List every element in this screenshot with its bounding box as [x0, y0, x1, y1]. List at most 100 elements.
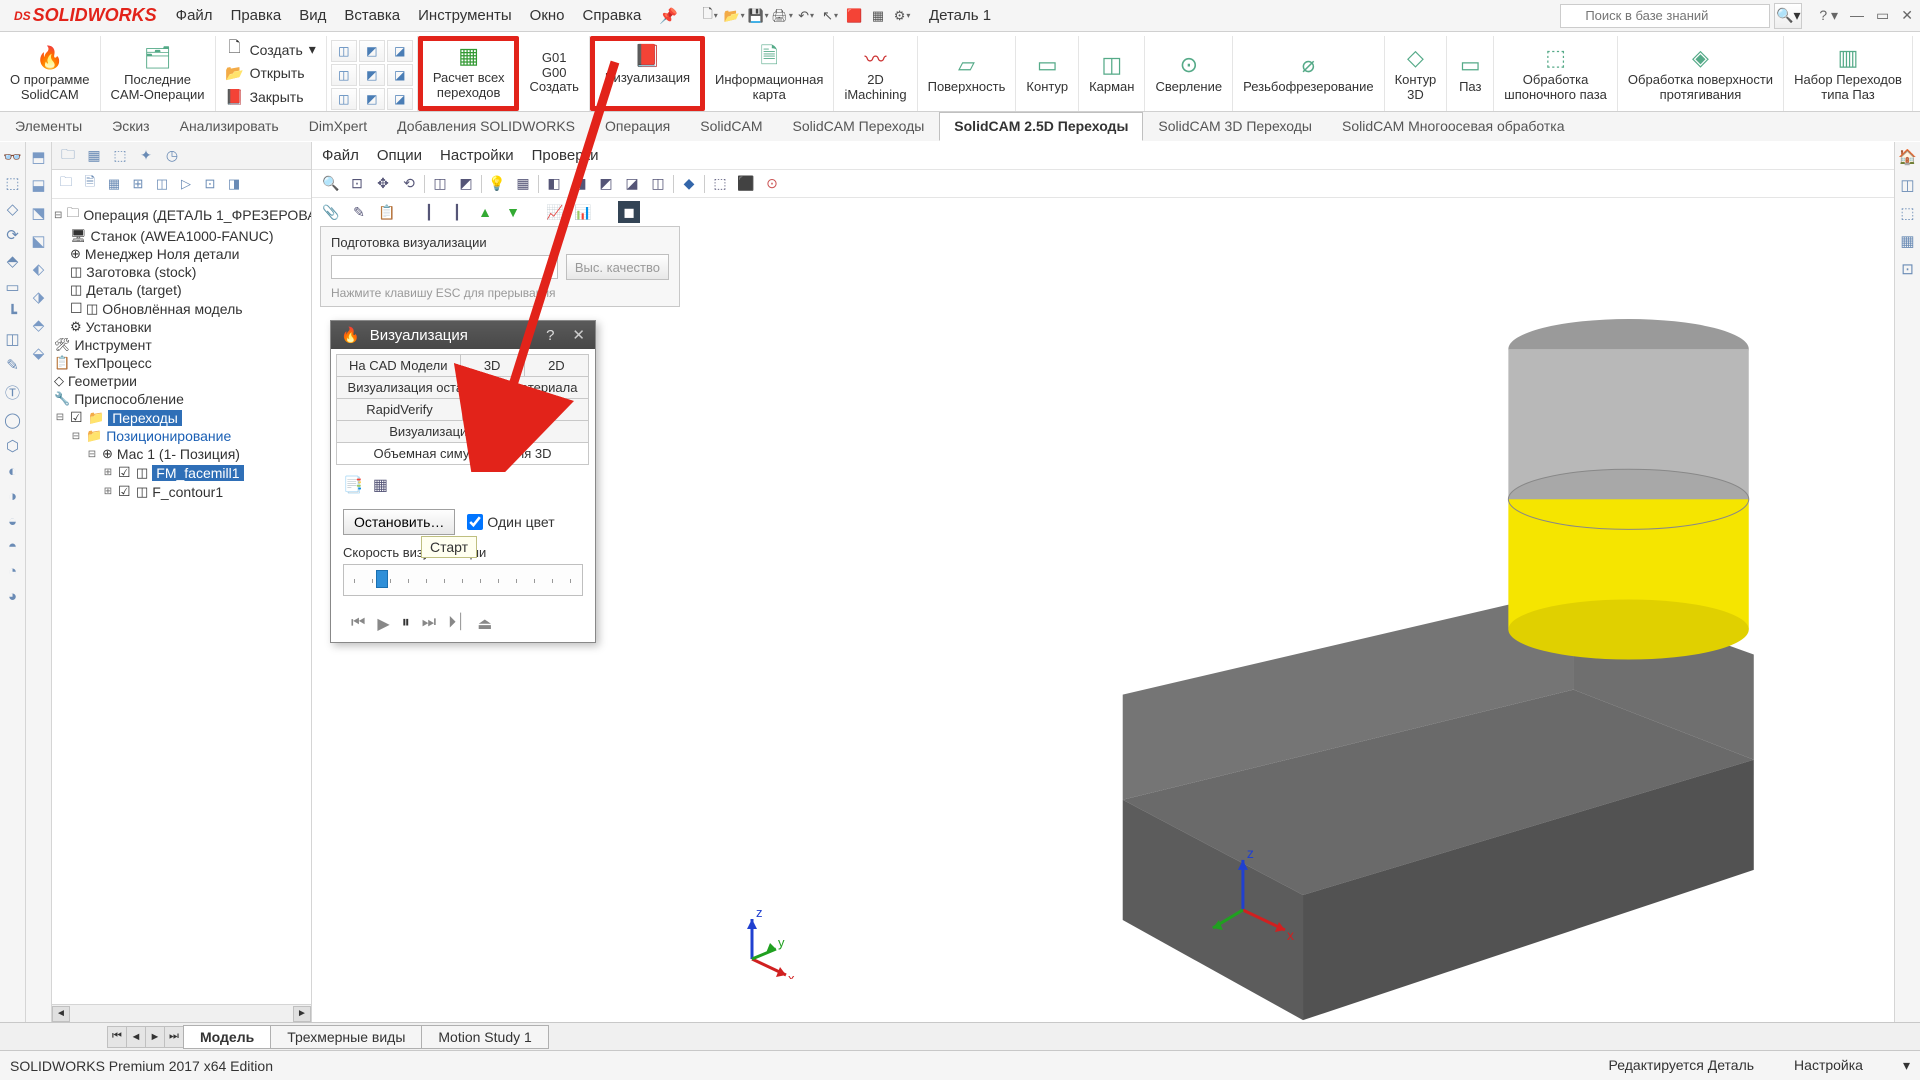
- vpt-5-icon[interactable]: ◫: [429, 173, 451, 195]
- tree-root[interactable]: Операция (ДЕТАЛЬ 1_ФРЕЗЕРОВАНИЕ): [83, 207, 311, 223]
- mini-tool-1[interactable]: ◫: [331, 40, 357, 62]
- vpt-zoom-window-icon[interactable]: ⊡: [346, 173, 368, 195]
- mini-tool-5[interactable]: ◩: [359, 64, 385, 86]
- viz-tab-3d[interactable]: 3D: [460, 354, 525, 377]
- vpt2-8-icon[interactable]: 📈: [544, 201, 566, 223]
- tab-dimxpert[interactable]: DimXpert: [294, 112, 382, 141]
- lt1-icon-10[interactable]: Ⓣ: [5, 382, 20, 403]
- lt1-icon-8[interactable]: ◫: [5, 330, 19, 348]
- viz-tab-solid[interactable]: Solid Verify: [462, 398, 589, 421]
- tab-analyze[interactable]: Анализировать: [165, 112, 294, 141]
- viz-tab-stockviz[interactable]: Визуализация остаточного материала: [336, 376, 589, 399]
- viz-help-icon[interactable]: ?: [546, 327, 554, 344]
- tree-positioning[interactable]: Позиционирование: [106, 428, 231, 444]
- tree-scrollbar-h[interactable]: ◄ ►: [52, 1004, 311, 1022]
- tree-tb-4[interactable]: ⊞: [127, 173, 149, 195]
- ribbon-about-solidcam[interactable]: 🔥 О программе SolidCAM: [0, 36, 101, 111]
- qat-rebuild-icon[interactable]: 🟥: [843, 5, 865, 27]
- vpt-6-icon[interactable]: ◩: [455, 173, 477, 195]
- ribbon-info-card[interactable]: 🗎 Информационная карта: [705, 36, 834, 111]
- ribbon-slot[interactable]: ▭ Паз: [1447, 36, 1494, 111]
- tree-tb-7[interactable]: ⊡: [199, 173, 221, 195]
- vpt2-3-icon[interactable]: 📋: [376, 201, 398, 223]
- ribbon-create-op[interactable]: G01G00 Создать: [519, 36, 589, 111]
- qat-open-icon[interactable]: 📂: [723, 5, 745, 27]
- search-input[interactable]: [1560, 4, 1770, 28]
- viz-body-icon-1[interactable]: 📑: [343, 475, 363, 495]
- viz-tab-volsim[interactable]: Объемная симуляция для 3D: [336, 442, 589, 465]
- rt-4-icon[interactable]: ▦: [1900, 232, 1914, 250]
- tree-coordmgr[interactable]: Менеджер Ноля детали: [85, 246, 240, 262]
- lt1-icon-2[interactable]: ⬚: [5, 174, 19, 192]
- ribbon-calc-all[interactable]: ▦ Расчет всех переходов: [423, 41, 515, 103]
- ribbon-2d-imachining[interactable]: 〰 2D iMachining: [834, 36, 917, 111]
- tab-solidcam[interactable]: SolidCAM: [685, 112, 777, 141]
- 3d-canvas[interactable]: z x z x y: [692, 227, 1894, 1022]
- lt2-icon-1[interactable]: ⬒: [31, 148, 45, 166]
- rt-3-icon[interactable]: ⬚: [1900, 204, 1914, 222]
- close-icon[interactable]: ✕: [1898, 7, 1916, 24]
- qat-options-icon[interactable]: ▦: [867, 5, 889, 27]
- bt-nav-last-icon[interactable]: ⏭: [164, 1026, 184, 1048]
- lt1-icon-13[interactable]: ◐: [8, 463, 17, 480]
- tree-tb-1[interactable]: 🗀: [55, 173, 77, 195]
- bottom-tab-motion[interactable]: Motion Study 1: [421, 1025, 548, 1049]
- vp-menu-settings[interactable]: Настройки: [440, 147, 514, 164]
- vpt-13-icon[interactable]: ◫: [647, 173, 669, 195]
- tree-tab-1[interactable]: 🗀: [56, 145, 80, 167]
- ribbon-pocket[interactable]: ◫ Карман: [1079, 36, 1145, 111]
- ribbon-thread-mill[interactable]: ⌀ Резьбофрезерование: [1233, 36, 1385, 111]
- tree-tb-6[interactable]: ▷: [175, 173, 197, 195]
- vpt-10-icon[interactable]: ◨: [569, 173, 591, 195]
- tree-tab-2[interactable]: ▦: [82, 145, 106, 167]
- mini-tool-8[interactable]: ◩: [359, 88, 385, 110]
- lt1-icon-17[interactable]: ◔: [8, 563, 17, 580]
- lt1-icon-18[interactable]: ◕: [8, 588, 17, 605]
- tree-tab-5[interactable]: ◷: [160, 145, 184, 167]
- tree-setups[interactable]: Установки: [86, 319, 152, 335]
- viz-pause-icon[interactable]: ⏸: [402, 614, 410, 634]
- lt2-icon-7[interactable]: ⬘: [33, 316, 45, 334]
- tree-tb-2[interactable]: 🗎: [79, 173, 101, 195]
- vpt2-7-icon[interactable]: ▼: [502, 201, 524, 223]
- menu-view[interactable]: Вид: [290, 3, 335, 28]
- feature-tree[interactable]: ⊟🗀Операция (ДЕТАЛЬ 1_ФРЕЗЕРОВАНИЕ) 🖥Стан…: [52, 199, 311, 1004]
- tree-tb-8[interactable]: ◨: [223, 173, 245, 195]
- menu-edit[interactable]: Правка: [222, 3, 291, 28]
- ribbon-drill[interactable]: ⊙ Сверление: [1145, 36, 1233, 111]
- tab-addins[interactable]: Добавления SOLIDWORKS: [382, 112, 590, 141]
- vpt-15-icon[interactable]: ⬚: [709, 173, 731, 195]
- qat-undo-icon[interactable]: ↶: [795, 5, 817, 27]
- lt2-icon-6[interactable]: ⬗: [33, 288, 45, 306]
- ribbon-recent-ops[interactable]: 🗂 Последние CAM-Операции: [101, 36, 216, 111]
- search-button[interactable]: 🔍▾: [1774, 3, 1802, 29]
- ribbon-contour[interactable]: ▭ Контур: [1016, 36, 1079, 111]
- vpt2-1-icon[interactable]: 📎: [320, 201, 342, 223]
- vpt-rotate-icon[interactable]: ⟲: [398, 173, 420, 195]
- lt2-icon-5[interactable]: ⬖: [33, 260, 45, 278]
- lt2-icon-8[interactable]: ⬙: [33, 344, 45, 362]
- tab-elements[interactable]: Элементы: [0, 112, 97, 141]
- viz-play-icon[interactable]: ▶: [377, 614, 389, 634]
- rt-home-icon[interactable]: 🏠: [1898, 148, 1917, 166]
- lt1-icon-5[interactable]: ⬘: [7, 252, 19, 270]
- bt-nav-first-icon[interactable]: ⏮: [107, 1026, 127, 1048]
- lt2-icon-3[interactable]: ⬔: [31, 204, 45, 222]
- tree-techproc[interactable]: ТехПроцесс: [74, 355, 152, 371]
- bottom-tab-model[interactable]: Модель: [183, 1025, 271, 1049]
- bt-nav-next-icon[interactable]: ►: [145, 1026, 165, 1048]
- qat-settings-icon[interactable]: ⚙: [891, 5, 913, 27]
- vpt-16-icon[interactable]: ⬛: [735, 173, 757, 195]
- qat-print-icon[interactable]: 🖨: [771, 5, 793, 27]
- minimize-icon[interactable]: —: [1847, 7, 1867, 24]
- tree-target[interactable]: Деталь (target): [86, 282, 181, 298]
- status-custom[interactable]: Настройка: [1794, 1057, 1863, 1074]
- tree-fm-facemill[interactable]: FM_facemill1: [152, 465, 243, 481]
- vpt-bulb-icon[interactable]: 💡: [486, 173, 508, 195]
- lt1-icon-11[interactable]: ◯: [4, 411, 21, 429]
- qat-select-icon[interactable]: ↖: [819, 5, 841, 27]
- lt1-icon-9[interactable]: ✎: [6, 356, 19, 374]
- lt1-icon-6[interactable]: ▭: [5, 278, 19, 296]
- tree-f-contour[interactable]: F_contour1: [152, 484, 223, 500]
- tab-sketch[interactable]: Эскиз: [97, 112, 164, 141]
